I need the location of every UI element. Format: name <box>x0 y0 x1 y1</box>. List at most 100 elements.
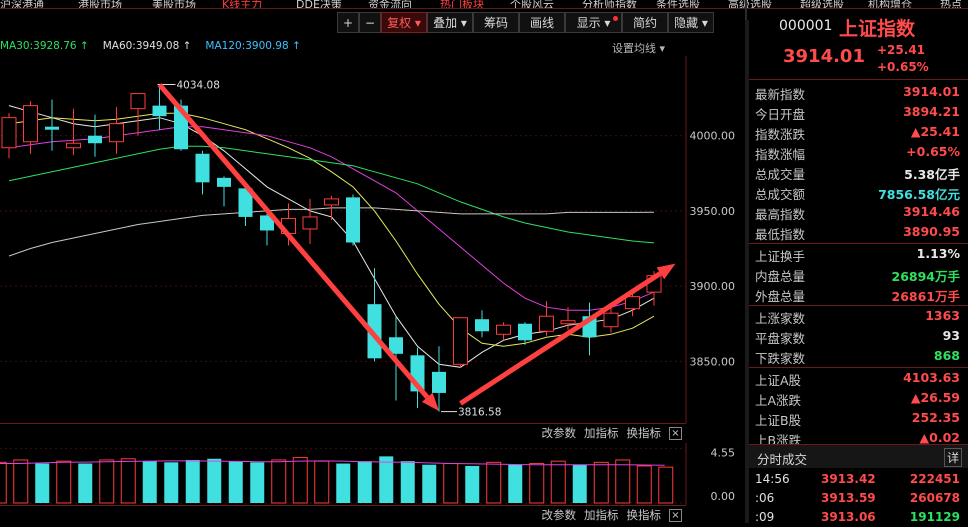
volume-panel-header: 改参数 加指标 换指标 × <box>0 423 686 443</box>
fuquan-dropdown[interactable]: 复权 ▾ <box>381 12 427 33</box>
low-label: 3816.58 <box>458 407 501 419</box>
vol-tick-label: 0.00 <box>711 490 736 503</box>
quote-breadth-value: 868 <box>933 348 960 363</box>
candle-body <box>496 324 511 335</box>
volume-bar <box>658 466 674 504</box>
ma-line-0 <box>8 105 655 368</box>
nav-item-6[interactable]: 热门板块 <box>440 0 484 8</box>
y-tick-label: 3950.00 <box>690 205 736 218</box>
candle-body <box>432 371 446 393</box>
hide-dropdown[interactable]: 隐藏 ▾ <box>668 12 714 33</box>
candle-body <box>109 123 124 143</box>
volume-bar <box>550 460 566 504</box>
volume-bar <box>13 459 29 504</box>
quote-index-label: 上证A股 <box>755 373 802 388</box>
notification-dot <box>613 16 618 21</box>
nav-item-0[interactable]: 沪深港通 <box>0 0 44 8</box>
tick-time: 14:56 <box>755 472 790 486</box>
quote-volume-value: 1.13% <box>916 246 960 261</box>
candlestick-chart[interactable]: 4000.00 3950.00 3900.00 3850.00 4034.08 3816.… <box>0 56 745 423</box>
tick-detail-button[interactable]: 详 <box>943 448 962 467</box>
volume-bar <box>379 456 394 503</box>
volume-chart[interactable]: 4.55 0.00 <box>0 443 745 505</box>
change-params-button[interactable]: 改参数 <box>542 426 577 440</box>
chips-button[interactable]: 筹码 <box>473 12 519 33</box>
candle-body <box>66 142 81 149</box>
stock-code: 000001 <box>779 18 833 34</box>
nav-item-4[interactable]: DDE决策 <box>296 0 342 8</box>
quote-stat-label: 指数涨幅 <box>755 147 806 162</box>
add-indicator-button[interactable]: 加指标 <box>584 426 619 440</box>
zoom-out-button[interactable]: − <box>359 12 381 33</box>
high-label: 4034.08 <box>177 79 220 91</box>
zoom-in-button[interactable]: + <box>337 12 359 33</box>
volume-bar <box>314 460 330 504</box>
quote-breadth-label: 上涨家数 <box>755 311 806 326</box>
quote-index-label: 上证B股 <box>755 413 802 428</box>
switch-indicator-button[interactable]: 换指标 <box>627 426 662 440</box>
quote-stat-value: ▲25.41 <box>910 124 960 139</box>
set-ma-dropdown[interactable]: 设置均线 ▾ <box>612 40 665 56</box>
ma-line-3 <box>8 145 655 244</box>
nav-item-13[interactable]: 热点 <box>940 0 962 8</box>
quote-volume-value: 26894万手 <box>891 269 961 284</box>
candle-body <box>324 198 339 206</box>
nav-item-1[interactable]: 港股市场 <box>78 0 122 8</box>
nav-item-10[interactable]: 高级选股 <box>728 0 772 8</box>
tick-price: 3913.42 <box>821 472 876 486</box>
tick-volume: 260678 <box>909 491 960 505</box>
trend-arrow-0 <box>157 82 430 399</box>
candle-body <box>45 126 59 130</box>
volume-bar <box>593 461 609 504</box>
nav-item-9[interactable]: 条件选股 <box>656 0 700 8</box>
volume-bar <box>99 459 115 504</box>
add-indicator-button-2[interactable]: 加指标 <box>584 508 619 522</box>
quote-index-value: ▲26.59 <box>910 390 960 405</box>
indicator-panel-header: 改参数 加指标 换指标 × <box>0 505 686 523</box>
simple-mode-button[interactable]: 简约 <box>622 12 668 33</box>
candle-body <box>539 315 554 332</box>
quote-stat-label: 今日开盘 <box>755 107 806 122</box>
nav-item-5[interactable]: 资金流向 <box>368 0 412 8</box>
nav-item-2[interactable]: 美股市场 <box>152 0 196 8</box>
quote-volume-row: 外盘总量 26861万手 <box>749 284 968 304</box>
quote-volume-label: 外盘总量 <box>755 289 806 304</box>
change-params-button-2[interactable]: 改参数 <box>542 508 577 522</box>
nav-item-12[interactable]: 机构增仓 <box>868 0 912 8</box>
quote-stat-row: 今日开盘 3894.21 <box>749 102 968 122</box>
tick-price: 3913.59 <box>821 491 876 505</box>
y-tick-label: 3900.00 <box>690 280 736 293</box>
volume-bar <box>142 461 157 503</box>
tick-volume: 191129 <box>909 510 960 524</box>
current-price: 3914.01 <box>783 46 865 67</box>
quote-stat-row: 总成交量 5.38亿手 <box>749 162 968 182</box>
quote-breadth-row: 上涨家数 1363 <box>749 306 968 326</box>
display-dropdown[interactable]: 显示 ▾ <box>565 12 622 33</box>
quote-volume-row: 上证换手 1.13% <box>749 244 968 264</box>
candle-body <box>475 319 489 332</box>
tick-price: 3913.06 <box>821 510 876 524</box>
volume-bar <box>164 462 179 503</box>
nav-item-11[interactable]: 超级选股 <box>800 0 844 8</box>
quote-stat-row: 指数涨跌 ▲25.41 <box>749 122 968 142</box>
close-panel-icon[interactable]: × <box>669 427 682 440</box>
quote-stat-label: 最新指数 <box>755 87 806 102</box>
overlay-dropdown[interactable]: 叠加 ▾ <box>427 12 473 33</box>
switch-indicator-button-2[interactable]: 换指标 <box>627 508 662 522</box>
quote-stat-value: 3914.46 <box>903 204 960 219</box>
candle-body <box>560 320 576 325</box>
y-tick-label: 3850.00 <box>690 355 736 368</box>
nav-item-8[interactable]: 分析师指数 <box>582 0 637 8</box>
candle-body <box>346 197 360 243</box>
close-panel-icon-2[interactable]: × <box>669 509 682 522</box>
draw-line-button[interactable]: 画线 <box>519 12 565 33</box>
nav-item-3[interactable]: K线主力 <box>222 0 262 8</box>
volume-bar <box>465 465 480 503</box>
quote-stat-label: 总成交量 <box>755 167 806 182</box>
candle-body <box>518 323 532 341</box>
nav-item-7[interactable]: 个股风云 <box>510 0 554 8</box>
quote-stat-row: 最新指数 3914.01 <box>749 82 968 102</box>
quote-index-value: 4103.63 <box>903 370 960 385</box>
set-ma-label: 设置均线 <box>612 42 656 55</box>
quote-breadth-row: 平盘家数 93 <box>749 326 968 346</box>
